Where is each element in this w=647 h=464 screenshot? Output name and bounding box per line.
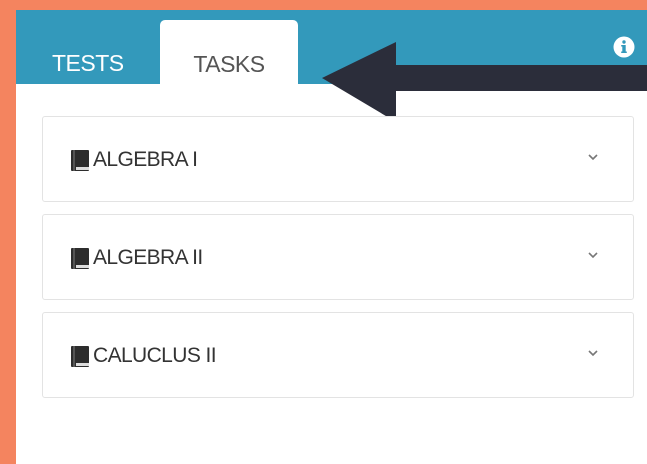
course-accordion: ALGEBRA I ALGEBRA II CALUCLUS II — [42, 116, 634, 398]
tab-tasks[interactable]: TASKS — [160, 20, 298, 84]
chevron-down-icon[interactable] — [587, 348, 599, 358]
book-icon — [71, 150, 89, 171]
tasks-panel: TESTS TASKS ALGEBRA I ALGEBRA II CALUCLU… — [16, 10, 647, 464]
chevron-down-icon[interactable] — [587, 152, 599, 162]
tab-tasks-label: TASKS — [193, 51, 265, 77]
accordion-item-algebra-i[interactable]: ALGEBRA I — [42, 116, 634, 202]
tab-tests[interactable]: TESTS — [36, 20, 146, 84]
book-icon — [71, 346, 89, 367]
accordion-item-algebra-ii[interactable]: ALGEBRA II — [42, 214, 634, 300]
chevron-down-icon[interactable] — [587, 250, 599, 260]
tab-tests-label: TESTS — [52, 50, 124, 76]
book-icon — [71, 248, 89, 269]
accordion-item-calculus-ii[interactable]: CALUCLUS II — [42, 312, 634, 398]
accordion-item-label: CALUCLUS II — [93, 344, 217, 367]
accordion-item-label: ALGEBRA II — [93, 246, 203, 269]
accordion-item-label: ALGEBRA I — [93, 148, 198, 171]
pointer-arrow-annotation — [322, 42, 647, 122]
